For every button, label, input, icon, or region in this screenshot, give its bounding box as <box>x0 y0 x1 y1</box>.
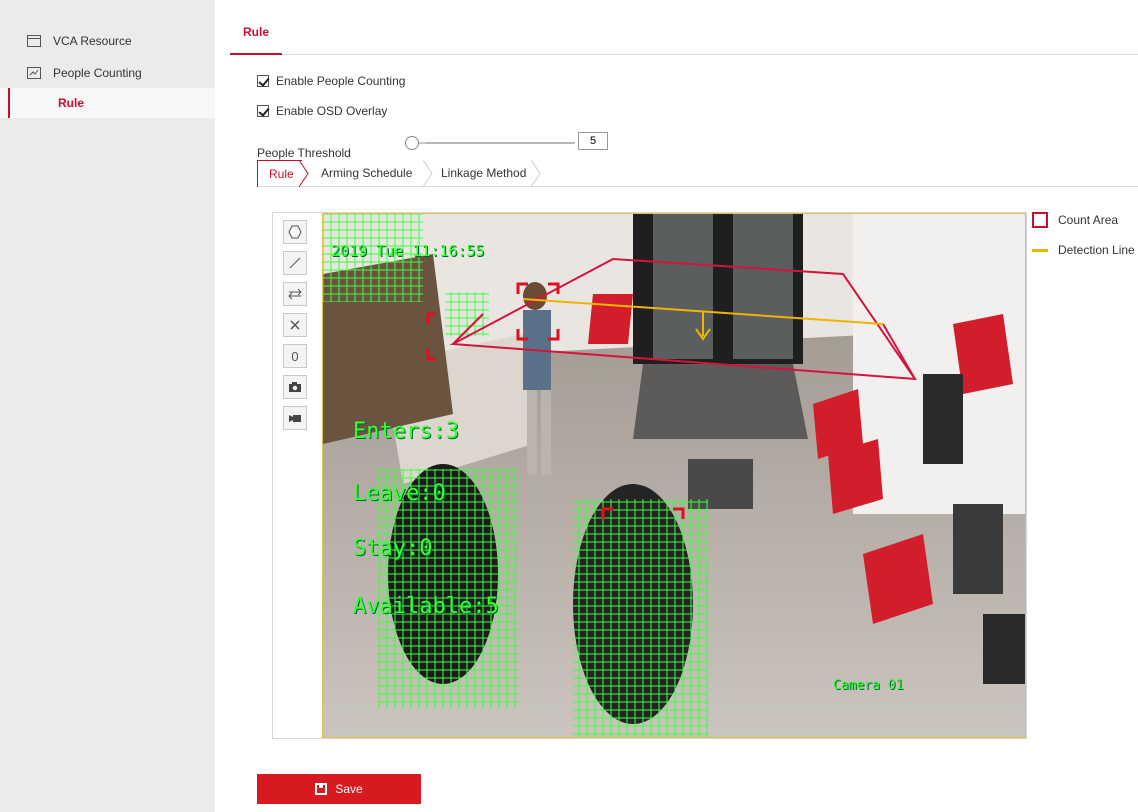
sub-tab-bar: Rule Arming Schedule Linkage Method <box>257 160 1138 187</box>
tab-chevron-icon <box>531 160 541 187</box>
close-icon <box>290 320 300 330</box>
window-icon <box>27 35 41 47</box>
people-threshold-label: People Threshold <box>257 146 351 160</box>
osd-camera-name: Camera 01 <box>833 678 904 693</box>
save-button-label: Save <box>335 782 363 796</box>
camera-icon <box>289 382 301 392</box>
osd-timestamp: 2019 Tue 11:16:55 <box>331 242 485 260</box>
legend-detection-line: Detection Line <box>1032 243 1135 257</box>
people-threshold-slider[interactable] <box>405 133 575 153</box>
enable-people-counting-row[interactable]: Enable People Counting <box>257 74 405 88</box>
tab-rule[interactable]: Rule <box>230 25 283 55</box>
tab-chevron-icon <box>299 160 309 187</box>
enable-people-counting-label: Enable People Counting <box>276 74 406 88</box>
video-icon <box>289 415 301 422</box>
line-icon <box>289 257 301 269</box>
save-button[interactable]: Save <box>257 774 421 804</box>
sidebar-item-label: VCA Resource <box>53 34 132 48</box>
swap-direction-button[interactable] <box>283 282 307 306</box>
enable-osd-row[interactable]: Enable OSD Overlay <box>257 104 387 118</box>
osd-enters: Enters:3 <box>353 419 459 444</box>
sidebar-item-people-counting[interactable]: People Counting <box>0 58 215 88</box>
enable-osd-label: Enable OSD Overlay <box>276 104 388 118</box>
sidebar: VCA Resource People Counting Rule <box>0 0 215 812</box>
sidebar-item-label: Rule <box>58 96 85 110</box>
hexagon-icon <box>288 225 302 239</box>
drawing-toolbar: 0 <box>283 220 307 437</box>
top-tab-bar: Rule <box>230 0 1138 55</box>
osd-leave: Leave:0 <box>353 481 446 506</box>
save-disk-icon <box>315 783 328 795</box>
sidebar-item-rule[interactable]: Rule <box>0 88 215 118</box>
sidebar-item-vca-resource[interactable]: VCA Resource <box>0 26 215 56</box>
legend-count-area: Count Area <box>1032 212 1118 228</box>
slider-fill <box>425 142 575 144</box>
legend-label: Count Area <box>1058 213 1119 227</box>
subtab-linkage-method[interactable]: Linkage Method <box>441 160 526 187</box>
delete-button[interactable] <box>283 313 307 337</box>
draw-line-button[interactable] <box>283 251 307 275</box>
sidebar-item-label: People Counting <box>53 66 142 80</box>
live-video-view[interactable]: 2019 Tue 11:16:55 Enters:3 Leave:0 Stay:… <box>322 213 1026 738</box>
swap-arrows-icon <box>288 288 302 300</box>
osd-stay: Stay:0 <box>353 536 433 561</box>
legend-label: Detection Line <box>1058 243 1135 257</box>
osd-available: Available:5 <box>353 594 499 619</box>
enable-osd-checkbox[interactable] <box>257 105 269 117</box>
detection-line-swatch <box>1032 248 1048 252</box>
zero-icon: 0 <box>291 348 299 364</box>
snapshot-button[interactable] <box>283 375 307 399</box>
slider-handle[interactable] <box>405 136 419 150</box>
subtab-rule[interactable]: Rule <box>257 160 302 187</box>
draw-area-button[interactable] <box>283 220 307 244</box>
subtab-arming-schedule[interactable]: Arming Schedule <box>321 160 412 187</box>
camera-scene <box>323 214 1025 737</box>
tab-chevron-icon <box>423 160 433 187</box>
record-button[interactable] <box>283 406 307 430</box>
chart-icon <box>27 67 41 79</box>
enable-people-counting-checkbox[interactable] <box>257 75 269 87</box>
people-threshold-input[interactable] <box>578 132 608 150</box>
count-area-swatch <box>1032 212 1048 228</box>
reset-count-button[interactable]: 0 <box>283 344 307 368</box>
